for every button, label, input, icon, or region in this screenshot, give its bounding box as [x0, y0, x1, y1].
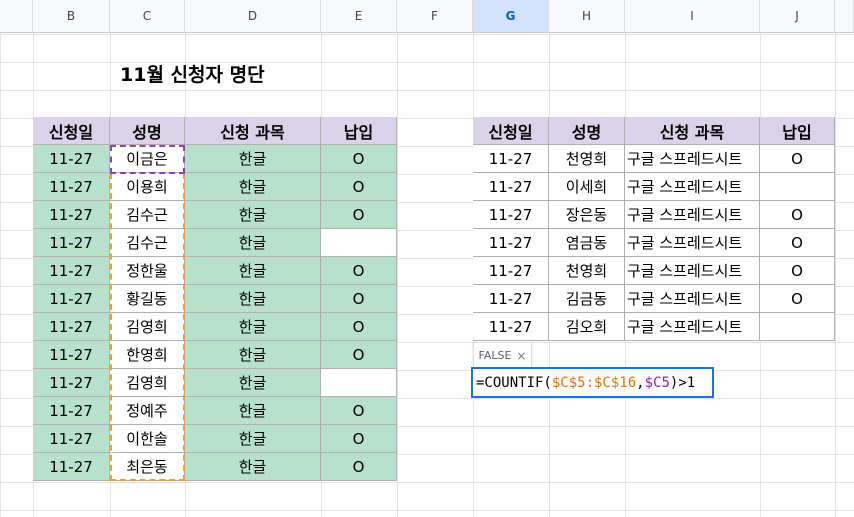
- table2-cell[interactable]: 구글 스프레드시트: [625, 229, 760, 257]
- table1-cell[interactable]: 한글: [185, 145, 321, 173]
- table1-header-cell[interactable]: 신청 과목: [185, 117, 321, 145]
- table2-cell[interactable]: 천영희: [549, 257, 625, 285]
- table1-cell[interactable]: 11-27: [33, 425, 110, 453]
- table1-cell[interactable]: 한글: [185, 257, 321, 285]
- table2-cell[interactable]: 이세희: [549, 173, 625, 201]
- table2-cell[interactable]: 구글 스프레드시트: [625, 313, 760, 341]
- table1-cell[interactable]: 11-27: [33, 369, 110, 397]
- column-header-d[interactable]: D: [185, 0, 321, 33]
- sheet-title: 11월 신청자 명단: [120, 64, 265, 86]
- table1-cell[interactable]: 11-27: [33, 145, 110, 173]
- table2-cell[interactable]: 구글 스프레드시트: [625, 257, 760, 285]
- table2-cell[interactable]: O: [760, 201, 835, 229]
- table1-cell[interactable]: 한글: [185, 173, 321, 201]
- column-header-i[interactable]: I: [625, 0, 760, 33]
- table1-cell[interactable]: O: [321, 313, 397, 341]
- column-header-b[interactable]: B: [33, 0, 110, 33]
- formula-result-tooltip: FALSE ×: [473, 342, 532, 369]
- table2-cell[interactable]: 11-27: [473, 229, 549, 257]
- grid-vline: [835, 0, 836, 517]
- column-header-e[interactable]: E: [321, 0, 397, 33]
- table1-cell[interactable]: O: [321, 453, 397, 481]
- table2-cell[interactable]: 구글 스프레드시트: [625, 285, 760, 313]
- formula-editor[interactable]: =COUNTIF($C$5:$C$16, $C5)>1: [471, 367, 714, 398]
- table1-cell[interactable]: O: [321, 145, 397, 173]
- table2-header-cell[interactable]: 신청 과목: [625, 117, 760, 145]
- close-icon[interactable]: ×: [516, 349, 526, 363]
- reference-highlight-purple: [110, 145, 185, 174]
- grid-vline: [397, 0, 398, 517]
- table1-cell[interactable]: 한글: [185, 285, 321, 313]
- table2-cell[interactable]: 11-27: [473, 285, 549, 313]
- table1-cell[interactable]: 11-27: [33, 173, 110, 201]
- table1-cell[interactable]: 11-27: [33, 397, 110, 425]
- grid-vline: [0, 0, 1, 517]
- table2-cell[interactable]: 구글 스프레드시트: [625, 173, 760, 201]
- column-header-blank[interactable]: [835, 0, 854, 33]
- table2-header-cell[interactable]: 납입: [760, 117, 835, 145]
- table1-cell[interactable]: [321, 229, 397, 257]
- table1-cell[interactable]: 11-27: [33, 313, 110, 341]
- table1-cell[interactable]: O: [321, 285, 397, 313]
- column-header-f[interactable]: F: [397, 0, 473, 33]
- table1-cell[interactable]: 11-27: [33, 201, 110, 229]
- table1-header-cell[interactable]: 신청일: [33, 117, 110, 145]
- column-header-h[interactable]: H: [549, 0, 625, 33]
- formula-suffix: )>1: [669, 374, 696, 391]
- table2-cell[interactable]: 구글 스프레드시트: [625, 145, 760, 173]
- table1-cell[interactable]: 한글: [185, 453, 321, 481]
- table1-cell[interactable]: 한글: [185, 201, 321, 229]
- table2-cell[interactable]: 염금동: [549, 229, 625, 257]
- table1-cell[interactable]: O: [321, 173, 397, 201]
- formula-range: $C$5:$C$16: [551, 374, 637, 391]
- table2-cell[interactable]: 11-27: [473, 313, 549, 341]
- column-header-blank[interactable]: [0, 0, 33, 33]
- table1-cell[interactable]: 한글: [185, 369, 321, 397]
- table1-cell[interactable]: O: [321, 257, 397, 285]
- table2-cell[interactable]: 김오희: [549, 313, 625, 341]
- table1-cell[interactable]: 11-27: [33, 453, 110, 481]
- column-header-g[interactable]: G: [473, 0, 549, 33]
- table1-cell[interactable]: 11-27: [33, 229, 110, 257]
- table2-cell[interactable]: O: [760, 285, 835, 313]
- table2-header-cell[interactable]: 신청일: [473, 117, 549, 145]
- formula-sep: ,: [636, 374, 645, 391]
- table2-cell[interactable]: 장은동: [549, 201, 625, 229]
- table2-cell[interactable]: 11-27: [473, 201, 549, 229]
- table1-cell[interactable]: 11-27: [33, 341, 110, 369]
- column-header-j[interactable]: J: [760, 0, 835, 33]
- table1-cell[interactable]: 11-27: [33, 285, 110, 313]
- table2-cell[interactable]: 김금동: [549, 285, 625, 313]
- table1-cell[interactable]: O: [321, 201, 397, 229]
- table2-cell[interactable]: O: [760, 257, 835, 285]
- table1-cell[interactable]: [321, 369, 397, 397]
- formula-prefix: =COUNTIF(: [476, 374, 552, 391]
- table1-cell[interactable]: 한글: [185, 425, 321, 453]
- table2-cell[interactable]: 11-27: [473, 257, 549, 285]
- table1-cell[interactable]: O: [321, 425, 397, 453]
- table2-cell[interactable]: 11-27: [473, 145, 549, 173]
- table2-cell[interactable]: [760, 313, 835, 341]
- table1-cell[interactable]: 11-27: [33, 257, 110, 285]
- table1-header-cell[interactable]: 성명: [110, 117, 185, 145]
- table2-cell[interactable]: [760, 173, 835, 201]
- tooltip-value: FALSE: [478, 349, 512, 362]
- table2-cell[interactable]: 11-27: [473, 173, 549, 201]
- range-highlight-orange: [110, 173, 185, 481]
- formula-ref: $C5: [644, 374, 670, 391]
- table2-cell[interactable]: O: [760, 145, 835, 173]
- table1-cell[interactable]: 한글: [185, 341, 321, 369]
- table2-cell[interactable]: 천영희: [549, 145, 625, 173]
- table1-cell[interactable]: 한글: [185, 397, 321, 425]
- table1-header-cell[interactable]: 납입: [321, 117, 397, 145]
- table1-cell[interactable]: 한글: [185, 313, 321, 341]
- table2-cell[interactable]: 구글 스프레드시트: [625, 201, 760, 229]
- table1-cell[interactable]: 한글: [185, 229, 321, 257]
- table2-header-cell[interactable]: 성명: [549, 117, 625, 145]
- table1-cell[interactable]: O: [321, 341, 397, 369]
- table2-cell[interactable]: O: [760, 229, 835, 257]
- table1-cell[interactable]: O: [321, 397, 397, 425]
- column-header-c[interactable]: C: [110, 0, 185, 33]
